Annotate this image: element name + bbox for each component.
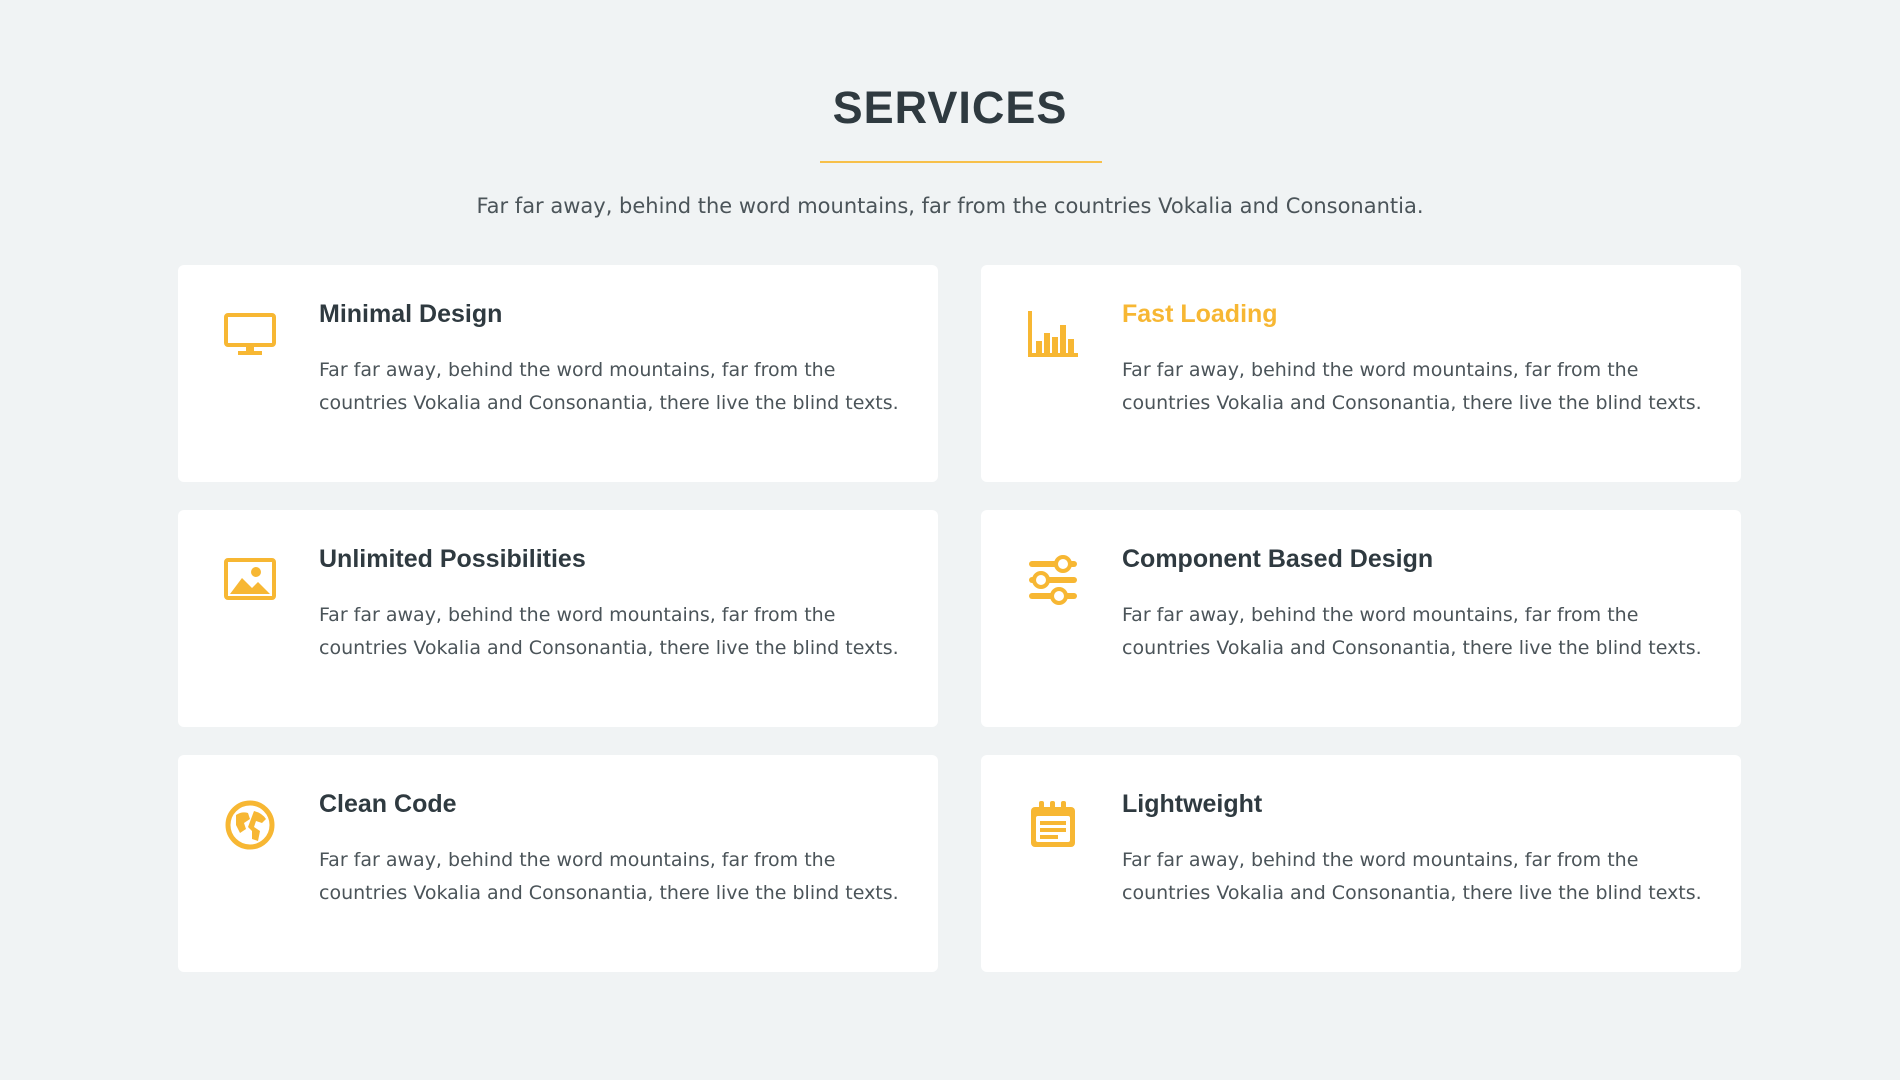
service-description: Far far away, behind the word mountains,… (1122, 604, 1702, 659)
monitor-icon (220, 305, 280, 365)
service-title: Lightweight (1122, 790, 1263, 818)
section-subtitle: Far far away, behind the word mountains,… (476, 194, 1424, 218)
title-underline (820, 161, 1102, 163)
image-icon (220, 550, 280, 610)
service-card-fast-loading: Fast Loading Far far away, behind the wo… (981, 265, 1741, 482)
service-description: Far far away, behind the word mountains,… (319, 359, 899, 414)
sliders-icon (1023, 550, 1083, 610)
service-title: Component Based Design (1122, 545, 1434, 573)
bar-chart-icon (1023, 305, 1083, 365)
service-card-unlimited-possibilities: Unlimited Possibilities Far far away, be… (178, 510, 938, 727)
service-title: Minimal Design (319, 300, 503, 328)
service-card-clean-code: Clean Code Far far away, behind the word… (178, 755, 938, 972)
service-card-minimal-design: Minimal Design Far far away, behind the … (178, 265, 938, 482)
services-grid: Minimal Design Far far away, behind the … (178, 265, 1744, 972)
services-section: SERVICES Far far away, behind the word m… (0, 0, 1900, 1080)
service-card-component-based-design: Component Based Design Far far away, beh… (981, 510, 1741, 727)
service-card-lightweight: Lightweight Far far away, behind the wor… (981, 755, 1741, 972)
notepad-icon (1023, 795, 1083, 855)
globe-icon (220, 795, 280, 855)
service-title: Unlimited Possibilities (319, 545, 586, 573)
service-description: Far far away, behind the word mountains,… (319, 604, 899, 659)
service-description: Far far away, behind the word mountains,… (319, 849, 899, 904)
service-title: Fast Loading (1122, 300, 1278, 328)
service-title: Clean Code (319, 790, 457, 818)
service-description: Far far away, behind the word mountains,… (1122, 359, 1702, 414)
section-title: SERVICES (832, 82, 1068, 133)
service-description: Far far away, behind the word mountains,… (1122, 849, 1702, 904)
